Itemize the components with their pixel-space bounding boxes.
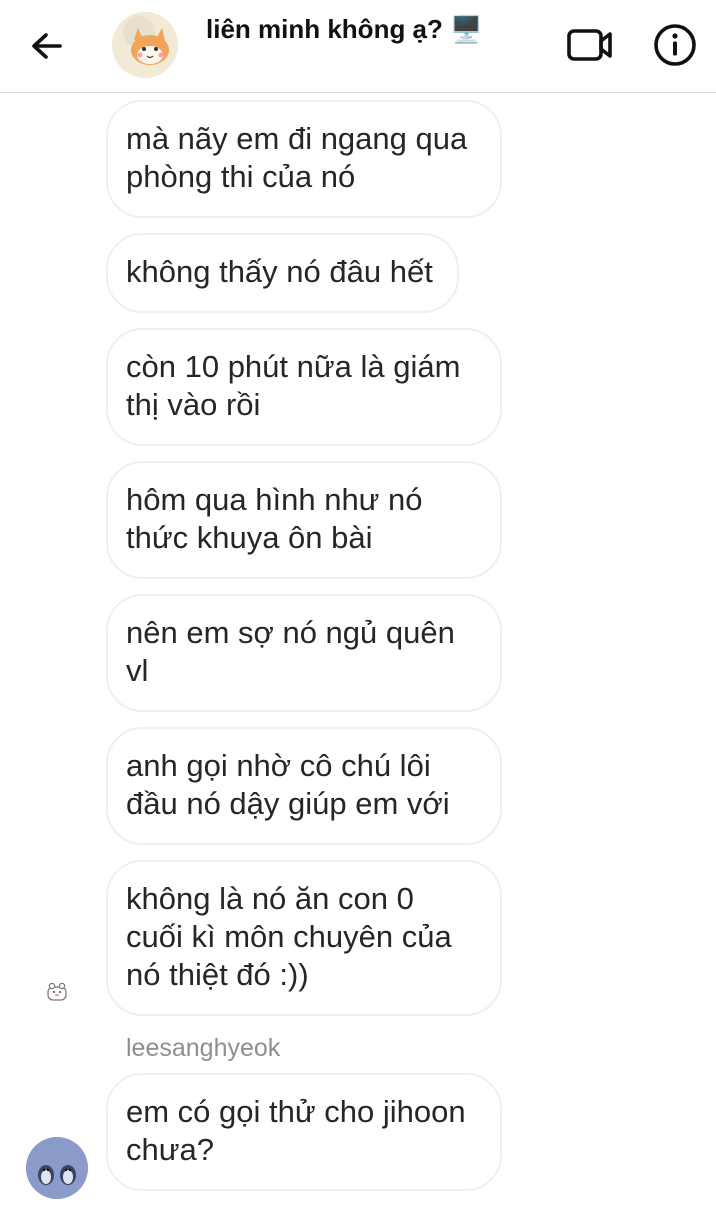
message-line: vl [126,653,149,688]
message-bubble[interactable]: không thấy nó đâu hết [106,233,459,313]
message-line: nó thiệt đó :)) [126,957,309,992]
back-button[interactable] [22,24,70,72]
message-line: em có gọi thử cho jihoon [126,1094,466,1129]
message-line: thức khuya ôn bài [126,520,373,555]
message-line: phòng thi của nó [126,159,356,194]
conversation-title[interactable]: liên minh không ạ? 🖥️ [206,14,483,45]
sender-avatar[interactable] [26,1137,88,1199]
message-line: hôm qua hình như nó [126,482,423,517]
message-bubble[interactable]: mà nãy em đi ngang qua phòng thi của nó [106,100,502,218]
message-bubble[interactable]: không là nó ăn con 0 cuối kì môn chuyên … [106,860,502,1016]
message-line: thị vào rồi [126,387,261,422]
message-line: anh gọi nhờ cô chú lôi [126,748,431,783]
chat-header: liên minh không ạ? 🖥️ [0,0,716,93]
video-call-button[interactable] [564,24,616,68]
message-bubble[interactable]: em có gọi thử cho jihoon chưa? [106,1073,502,1191]
message-line: chưa? [126,1132,214,1167]
message-bubble[interactable]: hôm qua hình như nó thức khuya ôn bài [106,461,502,579]
message-line: không thấy nó đâu hết [126,254,433,289]
message-line: nên em sợ nó ngủ quên [126,615,455,650]
message-line: không là nó ăn con 0 [126,881,414,916]
message-line: còn 10 phút nữa là giám [126,349,461,384]
message-line: đầu nó dậy giúp em với [126,786,450,821]
message-line: mà nãy em đi ngang qua [126,121,468,156]
message-line: cuối kì môn chuyên của [126,919,452,954]
penguins-avatar-image [26,1137,88,1199]
message-bubble[interactable]: còn 10 phút nữa là giám thị vào rồi [106,328,502,446]
info-icon [654,24,696,66]
message-bubble[interactable]: anh gọi nhờ cô chú lôi đầu nó dậy giúp e… [106,727,502,845]
video-call-icon [567,29,612,61]
bear-sticker-icon [47,982,67,1001]
cat-avatar-image [112,12,178,78]
seen-avatar [44,978,70,1004]
contact-avatar[interactable] [112,12,178,78]
sender-name: leesanghyeok [126,1034,281,1062]
message-bubble[interactable]: nên em sợ nó ngủ quên vl [106,594,502,712]
arrow-left-icon [32,33,62,59]
info-button[interactable] [652,22,698,68]
